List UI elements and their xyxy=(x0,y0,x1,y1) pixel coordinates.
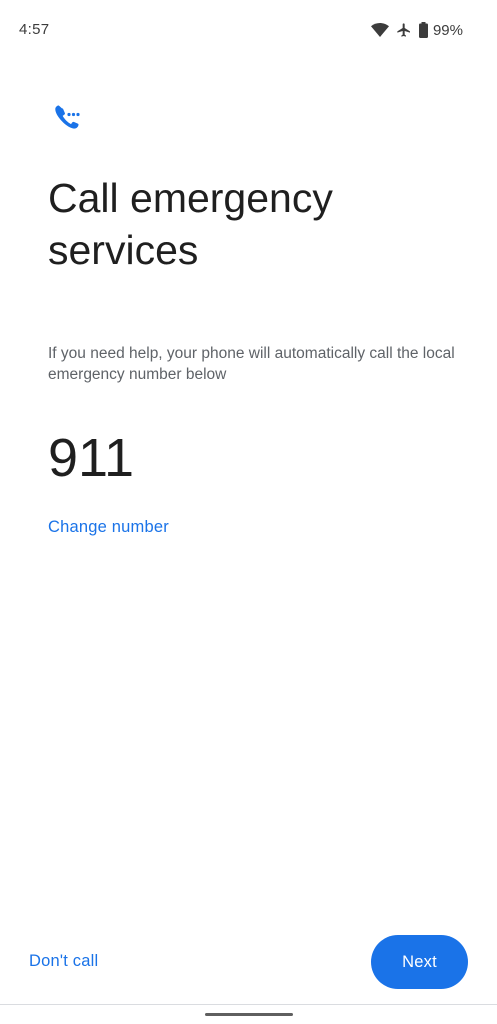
status-bar: 4:57 99% xyxy=(0,0,497,56)
description-text: If you need help, your phone will automa… xyxy=(48,345,455,383)
page-title: Call emergency services xyxy=(48,175,333,273)
change-number-link[interactable]: Change number xyxy=(48,518,169,537)
navigation-handle[interactable] xyxy=(205,1013,293,1016)
battery-percentage: 99% xyxy=(432,21,463,39)
phone-call-icon xyxy=(50,100,86,136)
wifi-icon xyxy=(370,23,389,37)
airplane-icon xyxy=(396,22,412,38)
bottom-divider xyxy=(0,1004,497,1005)
next-button[interactable]: Next xyxy=(371,935,468,989)
emergency-number: 911 xyxy=(48,428,135,488)
status-icons: 99% xyxy=(370,21,463,39)
status-time: 4:57 xyxy=(19,21,50,38)
dont-call-button[interactable]: Don't call xyxy=(29,952,98,971)
battery-icon xyxy=(418,22,428,38)
